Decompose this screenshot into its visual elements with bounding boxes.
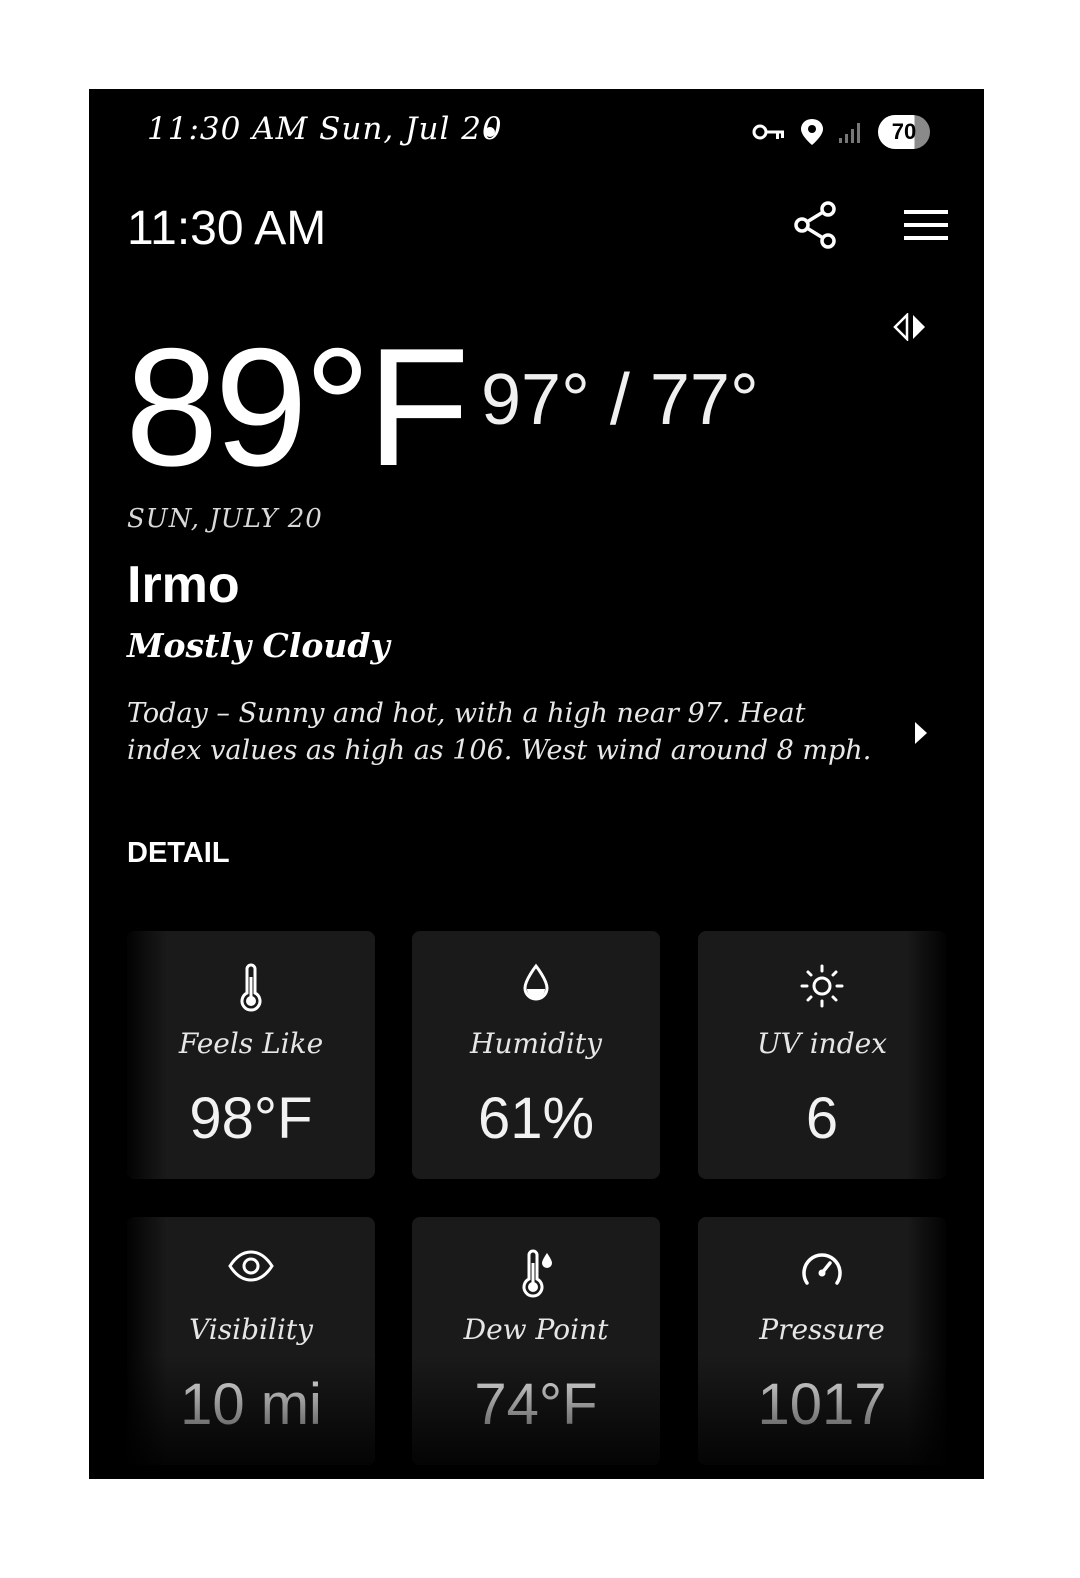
card-label: Visibility	[189, 1313, 313, 1346]
battery-level: 70	[891, 119, 917, 144]
card-dew-point[interactable]: Dew Point 74°F	[412, 1217, 660, 1465]
share-icon	[794, 201, 836, 249]
card-value: 98°F	[189, 1086, 313, 1151]
high-low-temperature: 97° / 77°	[481, 360, 759, 440]
weather-condition: Mostly Cloudy	[127, 626, 390, 665]
card-uv-index[interactable]: UV index 6	[698, 931, 946, 1179]
status-bar: 11:30 AM Sun, Jul 20 70	[89, 89, 984, 173]
battery-icon: 70	[878, 115, 930, 149]
droplet-icon	[523, 963, 549, 1001]
city-name: Irmo	[127, 556, 240, 614]
card-label: Pressure	[759, 1313, 885, 1346]
card-label: UV index	[757, 1027, 887, 1060]
current-temperature: 89°F	[125, 313, 470, 501]
app-time: 11:30 AM	[127, 202, 327, 255]
card-value: 74°F	[474, 1372, 598, 1437]
card-label: Humidity	[470, 1027, 602, 1060]
weather-app-screen: 11:30 AM Sun, Jul 20 70 11:30 AM 89°F 97…	[89, 89, 984, 1479]
card-value: 10 mi	[180, 1372, 322, 1437]
gauge-icon	[802, 1253, 842, 1285]
card-value: 6	[805, 1086, 839, 1151]
card-value: 61%	[477, 1086, 595, 1151]
status-time-date: 11:30 AM Sun, Jul 20	[147, 111, 503, 147]
card-visibility[interactable]: Visibility 10 mi	[127, 1217, 375, 1465]
swap-units-button[interactable]	[891, 311, 931, 343]
notification-dot-icon	[485, 127, 495, 137]
forecast-expand-button[interactable]	[911, 719, 931, 747]
card-pressure[interactable]: Pressure 1017	[698, 1217, 946, 1465]
card-label: Feels Like	[178, 1027, 324, 1060]
signal-icon	[839, 123, 860, 143]
card-value: 1017	[757, 1372, 887, 1437]
chevron-right-icon	[915, 722, 927, 744]
forecast-date: SUN, JULY 20	[127, 504, 323, 534]
card-humidity[interactable]: Humidity 61%	[412, 931, 660, 1179]
share-button[interactable]	[792, 201, 840, 249]
status-icons: 70	[752, 115, 930, 149]
sun-icon	[800, 964, 844, 1008]
location-icon	[801, 119, 823, 145]
forecast-summary[interactable]: Today – Sunny and hot, with a high near …	[127, 695, 887, 769]
hamburger-menu-icon	[904, 210, 948, 240]
eye-icon	[228, 1250, 274, 1282]
menu-button[interactable]	[903, 205, 949, 245]
vpn-key-icon	[752, 124, 784, 140]
left-right-arrows-icon	[893, 311, 925, 343]
detail-section-title: DETAIL	[127, 837, 230, 869]
card-label: Dew Point	[463, 1313, 609, 1346]
card-feels-like[interactable]: Feels Like 98°F	[127, 931, 375, 1179]
thermometer-icon	[240, 963, 262, 1012]
dew-thermometer-icon	[522, 1249, 552, 1298]
